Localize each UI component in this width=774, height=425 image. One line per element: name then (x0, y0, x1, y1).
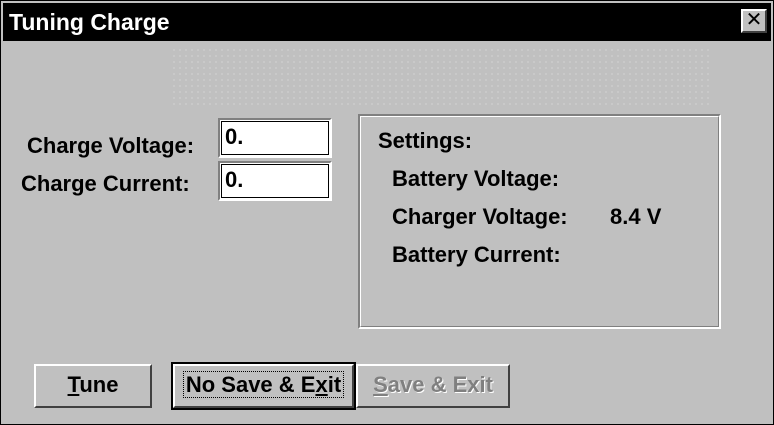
tune-button[interactable]: Tune (34, 364, 152, 408)
battery-current-label: Battery Current: (392, 242, 561, 267)
charger-voltage-value: 8.4 V (610, 204, 662, 229)
charger-voltage-label: Charger Voltage: (392, 204, 568, 229)
settings-title: Settings: (378, 128, 473, 153)
tune-button-label: Tune (67, 372, 119, 397)
save-exit-button: Save & Exit (356, 364, 510, 408)
charge-current-label: Charge Current: (21, 171, 190, 196)
save-exit-button-label: Save & Exit (373, 372, 493, 397)
title-bar[interactable]: Tuning Charge ✕ (3, 3, 771, 41)
window-title: Tuning Charge (9, 9, 170, 35)
settings-panel: Settings: Battery Voltage: Charger Volta… (358, 114, 721, 329)
charge-voltage-value: 0. (225, 124, 244, 149)
tuning-charge-dialog: Tuning Charge ✕ Charge Voltage: 0. Charg… (0, 0, 774, 425)
no-save-exit-button-label: No Save & Exit (182, 371, 345, 398)
no-save-exit-button[interactable]: No Save & Exit (171, 362, 356, 410)
battery-voltage-label: Battery Voltage: (392, 166, 560, 191)
background-dither (171, 47, 711, 107)
charge-voltage-input[interactable]: 0. (218, 118, 332, 158)
close-icon: ✕ (745, 9, 763, 31)
charge-current-input[interactable]: 0. (218, 161, 332, 201)
close-button[interactable]: ✕ (741, 9, 767, 33)
charge-voltage-label: Charge Voltage: (27, 133, 195, 158)
charge-current-value: 0. (225, 167, 244, 192)
